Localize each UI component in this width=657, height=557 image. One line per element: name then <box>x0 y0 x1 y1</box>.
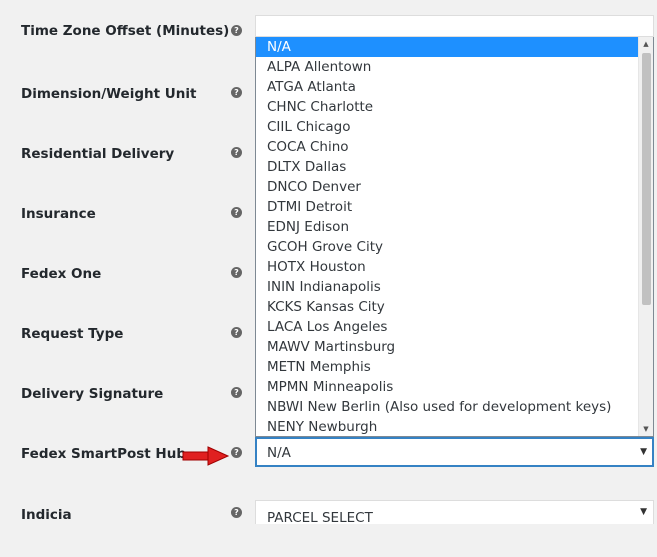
label-residential-delivery: Residential Delivery <box>21 146 175 162</box>
label-request-type: Request Type <box>21 326 124 342</box>
indicia-selected-value: PARCEL SELECT <box>267 510 373 524</box>
smartpost-hub-selected-value: N/A <box>267 445 291 461</box>
dropdown-option[interactable]: DNCO Denver <box>256 177 638 197</box>
dropdown-option[interactable]: MPMN Minneapolis <box>256 377 638 397</box>
help-question-icon[interactable]: ? <box>231 507 242 518</box>
label-delivery-signature: Delivery Signature <box>21 386 164 402</box>
smartpost-hub-select[interactable]: N/A ▼ <box>255 437 654 467</box>
dropdown-option[interactable]: NBWI New Berlin (Also used for developme… <box>256 397 638 417</box>
label-dimension-weight-unit: Dimension/Weight Unit <box>21 86 197 102</box>
dropdown-option[interactable]: DLTX Dallas <box>256 157 638 177</box>
help-question-icon[interactable]: ? <box>231 387 242 398</box>
help-question-icon[interactable]: ? <box>231 267 242 278</box>
time-zone-offset-input[interactable] <box>255 15 654 37</box>
dropdown-scrollbar[interactable]: ▲ ▼ <box>638 37 653 436</box>
dropdown-option[interactable]: ININ Indianapolis <box>256 277 638 297</box>
dropdown-option[interactable]: NENY Newburgh <box>256 417 638 436</box>
indicia-select[interactable]: PARCEL SELECT ▼ <box>255 500 654 524</box>
chevron-down-icon: ▼ <box>640 507 647 517</box>
dropdown-option[interactable]: HOTX Houston <box>256 257 638 277</box>
dropdown-option[interactable]: COCA Chino <box>256 137 638 157</box>
label-fedex-smartpost-hub: Fedex SmartPost Hub <box>21 446 186 462</box>
scroll-down-icon[interactable]: ▼ <box>639 422 653 436</box>
help-question-icon[interactable]: ? <box>231 327 242 338</box>
dropdown-option[interactable]: GCOH Grove City <box>256 237 638 257</box>
scrollbar-thumb[interactable] <box>642 53 651 305</box>
help-question-icon[interactable]: ? <box>231 147 242 158</box>
dropdown-option[interactable]: EDNJ Edison <box>256 217 638 237</box>
dropdown-option[interactable]: METN Memphis <box>256 357 638 377</box>
dropdown-option[interactable]: N/A <box>256 37 638 57</box>
dropdown-option[interactable]: CIIL Chicago <box>256 117 638 137</box>
dropdown-option[interactable]: KCKS Kansas City <box>256 297 638 317</box>
label-fedex-one: Fedex One <box>21 266 102 282</box>
dropdown-option[interactable]: ATGA Atlanta <box>256 77 638 97</box>
smartpost-hub-dropdown-list[interactable]: N/A ALPA Allentown ATGA Atlanta CHNC Cha… <box>255 37 654 437</box>
help-question-icon[interactable]: ? <box>231 447 242 458</box>
dropdown-option[interactable]: ALPA Allentown <box>256 57 638 77</box>
label-insurance: Insurance <box>21 206 96 222</box>
dropdown-option[interactable]: LACA Los Angeles <box>256 317 638 337</box>
help-question-icon[interactable]: ? <box>231 25 242 36</box>
help-question-icon[interactable]: ? <box>231 87 242 98</box>
chevron-down-icon: ▼ <box>640 447 647 457</box>
label-time-zone-offset: Time Zone Offset (Minutes) <box>21 23 230 39</box>
dropdown-option[interactable]: MAWV Martinsburg <box>256 337 638 357</box>
label-indicia: Indicia <box>21 507 72 523</box>
dropdown-option[interactable]: CHNC Charlotte <box>256 97 638 117</box>
red-pointer-arrow-icon <box>182 446 230 466</box>
scroll-up-icon[interactable]: ▲ <box>639 37 653 51</box>
dropdown-option[interactable]: DTMI Detroit <box>256 197 638 217</box>
help-question-icon[interactable]: ? <box>231 207 242 218</box>
